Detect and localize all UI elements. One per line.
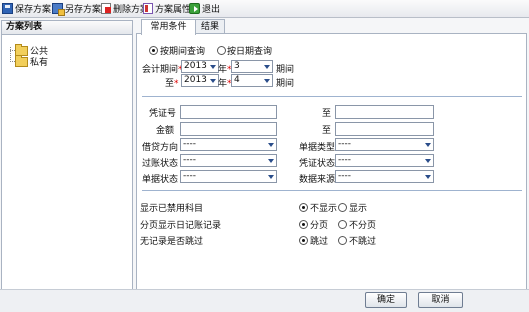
chevron-down-icon [268,159,274,163]
scheme-list-panel: 方案列表 公共 私有 [1,20,133,291]
chevron-down-icon [264,79,270,83]
radio-by-date[interactable] [217,46,226,55]
chevron-down-icon [210,65,216,69]
exit-button[interactable]: 退出 [189,2,220,15]
chevron-down-icon [425,159,431,163]
by-date-label: 按日期查询 [227,47,273,57]
doc-status-select[interactable]: ---- [180,170,277,183]
tab-results[interactable]: 结果 [195,19,225,34]
amount-to-label: 至 [322,126,332,136]
scheme-properties-button[interactable]: 方案属性 [143,2,191,15]
voucher-to-label: 至 [322,109,332,119]
tree-item-private[interactable]: 私有 [15,54,48,68]
posting-status-label: 过账状态 [142,159,179,169]
delete-icon [101,3,111,14]
chevron-down-icon [264,65,270,69]
tab-common-conditions[interactable]: 常用条件 [141,19,196,35]
voucher-no-to-input[interactable] [335,105,434,119]
chevron-down-icon [268,143,274,147]
scheme-list-title: 方案列表 [2,21,132,35]
save-scheme-button[interactable]: 保存方案 [2,2,51,15]
doc-status-label: 单据状态 [142,175,179,185]
ok-button[interactable]: 确定 [365,292,407,308]
conditions-panel: 按期间查询 按日期查询 会计期间* 2013 年* 3 期间 至* 2013 年… [136,33,527,291]
properties-icon [143,3,153,14]
delete-scheme-button[interactable]: 删除方案 [101,2,149,15]
to-period-select[interactable]: 4 [231,74,273,87]
amount-from-input[interactable] [180,122,277,136]
data-source-label: 数据来源 [299,175,336,185]
to-year-select[interactable]: 2013 [181,74,219,87]
skip-empty-label: 无记录是否跳过 [140,237,204,247]
by-period-label: 按期间查询 [160,47,206,57]
radio-skip[interactable] [299,236,308,245]
amount-label: 金额 [156,126,175,136]
doc-type-select[interactable]: ---- [335,138,434,151]
direction-label: 借贷方向 [142,143,179,153]
radio-no-skip[interactable] [338,236,347,245]
save-as-icon [52,3,65,16]
show-disabled-label: 显示已禁用科目 [140,204,204,214]
from-year-select[interactable]: 2013 [181,60,219,73]
exit-icon [189,3,200,14]
radio-paging[interactable] [299,220,308,229]
radio-by-period[interactable] [149,46,158,55]
cancel-button[interactable]: 取消 [418,292,463,308]
chevron-down-icon [268,175,274,179]
data-source-select[interactable]: ---- [335,170,434,183]
radio-show-disabled[interactable] [338,203,347,212]
voucher-no-label: 凭证号 [149,109,177,119]
voucher-no-from-input[interactable] [180,105,277,119]
divider [142,96,522,97]
from-period-select[interactable]: 3 [231,60,273,73]
toolbar: 保存方案 另存方案 删除方案 方案属性 退出 [0,0,529,18]
doc-type-label: 单据类型 [299,143,336,153]
direction-select[interactable]: ---- [180,138,277,151]
voucher-status-label: 凭证状态 [299,159,336,169]
divider [142,190,522,191]
save-as-scheme-button[interactable]: 另存方案 [52,2,101,16]
paging-label: 分页显示日记账记录 [140,221,222,231]
period-unit-label: 期间 [276,65,295,75]
voucher-status-select[interactable]: ---- [335,154,434,167]
radio-hide-disabled[interactable] [299,203,308,212]
period-unit-label: 期间 [276,79,295,89]
save-icon [2,3,13,14]
amount-to-input[interactable] [335,122,434,136]
chevron-down-icon [425,143,431,147]
folder-icon [15,54,28,67]
chevron-down-icon [425,175,431,179]
period-from-label: 会计期间* [142,65,183,75]
radio-no-paging[interactable] [338,220,347,229]
period-to-label: 至* [165,79,179,89]
posting-status-select[interactable]: ---- [180,154,277,167]
chevron-down-icon [210,79,216,83]
